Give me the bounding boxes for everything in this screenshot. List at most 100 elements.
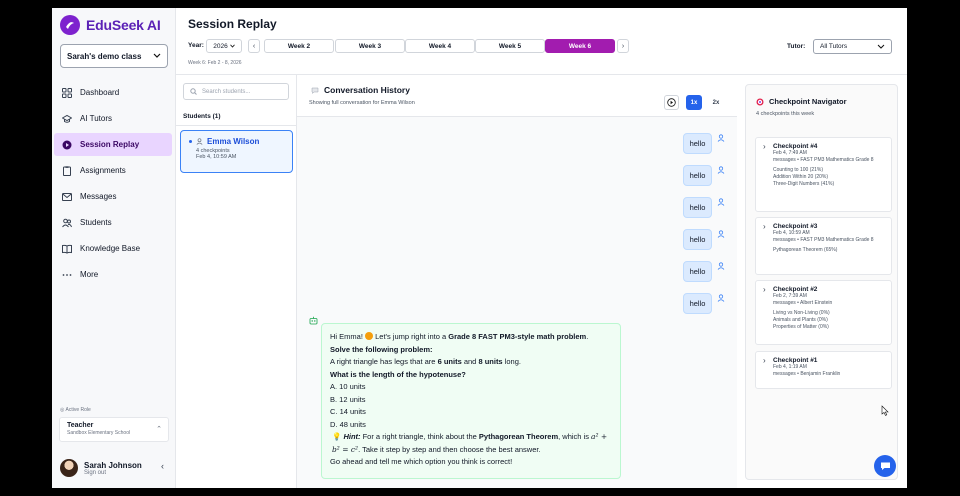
user-name: Sarah Johnson xyxy=(84,460,142,470)
class-selector[interactable]: Sarah's demo class xyxy=(60,44,168,68)
user-message: hello xyxy=(683,293,712,314)
sidebar-item-messages[interactable]: Messages xyxy=(54,185,172,208)
user-message: hello xyxy=(683,261,712,282)
sidebar-item-session-replay[interactable]: Session Replay xyxy=(54,133,172,156)
week-button[interactable]: Week 4 xyxy=(405,39,475,53)
checkpoint-source: messages • FAST PM3 Mathematics Grade 8 xyxy=(773,157,874,163)
week-button-active[interactable]: Week 6 xyxy=(545,39,615,53)
student-card[interactable]: Emma Wilson 4 checkpoints Feb 4, 10:59 A… xyxy=(180,130,293,173)
conversation-panel: Conversation History Showing full conver… xyxy=(297,75,737,488)
week-range: Week 6: Feb 2 - 8, 2026 xyxy=(188,60,242,66)
sidebar-nav: Dashboard AI Tutors Session Replay Assig… xyxy=(54,81,172,289)
user-icon xyxy=(717,294,725,302)
checkpoint-time: Feb 4, 1:19 AM xyxy=(773,364,807,370)
sidebar-item-more[interactable]: More xyxy=(54,263,172,286)
checkpoint-card[interactable]: Checkpoint #1 Feb 4, 1:19 AM messages • … xyxy=(755,351,892,389)
checkpoint-name: Checkpoint #2 xyxy=(763,285,885,294)
search-students-input[interactable]: Search students... xyxy=(183,83,289,100)
bot-text: A right triangle has legs that are xyxy=(330,357,438,366)
chevron-down-icon xyxy=(153,53,161,58)
sign-out-link[interactable]: Sign out xyxy=(84,470,142,476)
checkpoint-navigator: Checkpoint Navigator 4 checkpoints this … xyxy=(745,84,898,480)
checkpoint-card[interactable]: Checkpoint #4 Feb 4, 7:49 AM messages • … xyxy=(755,137,892,212)
user-icon xyxy=(717,198,725,206)
checkpoint-source: messages • Albert Einstein xyxy=(773,300,833,306)
user-profile[interactable]: Sarah Johnson Sign out ‹ xyxy=(60,455,170,481)
bot-question: What is the length of the hypotenuse? xyxy=(330,369,466,379)
sidebar-item-students[interactable]: Students xyxy=(54,211,172,234)
sidebar-item-label: Students xyxy=(80,218,112,227)
replay-icon xyxy=(62,140,72,149)
option: A. 10 units xyxy=(330,382,366,391)
book-icon xyxy=(62,244,72,254)
bot-text: For a right triangle, think about the xyxy=(360,432,479,441)
sidebar-item-assignments[interactable]: Assignments xyxy=(54,159,172,182)
option: B. 12 units xyxy=(330,394,366,404)
checkpoint-name: Checkpoint #4 xyxy=(763,142,885,151)
bot-text: Let's jump right into a xyxy=(373,332,449,341)
brand-name: EduSeek AI xyxy=(86,17,161,33)
collapse-sidebar-icon[interactable]: ‹ xyxy=(161,461,164,471)
checkpoint-card[interactable]: Checkpoint #2 Feb 2, 7:39 AM messages • … xyxy=(755,280,892,345)
year-value: 2026 xyxy=(213,42,228,50)
checkpoint-card[interactable]: Checkpoint #3 Feb 4, 10:59 AM messages •… xyxy=(755,217,892,275)
page-header: Session Replay Year: 2026 ‹ Week 2 Week … xyxy=(176,8,907,75)
bot-text: and xyxy=(461,357,479,366)
next-week-button[interactable]: › xyxy=(617,39,629,53)
checkpoint-source: messages • FAST PM3 Mathematics Grade 8 xyxy=(773,237,874,243)
checkpoint-time: Feb 2, 7:39 AM xyxy=(773,293,807,299)
role-selector[interactable]: Teacher Sandbox Elementary School ⌃ xyxy=(59,417,169,442)
bot-text-bold: 6 units xyxy=(437,357,462,366)
sidebar-item-label: Session Replay xyxy=(80,140,140,149)
checkpoint-source: messages • Benjamin Franklin xyxy=(773,371,841,377)
bot-text: . Take it step by step and then choose t… xyxy=(358,444,541,454)
bot-solve-label: Solve the following problem: xyxy=(330,344,433,354)
bot-text: , which is xyxy=(558,432,592,441)
active-role-text: Active Role xyxy=(65,407,91,413)
previous-week-button[interactable]: ‹ xyxy=(248,39,260,53)
bot-problem: A right triangle has legs that are 6 uni… xyxy=(330,356,612,369)
sidebar-item-knowledge-base[interactable]: Knowledge Base xyxy=(54,237,172,260)
class-selector-value: Sarah's demo class xyxy=(67,51,142,61)
play-button[interactable] xyxy=(664,95,679,110)
checkpoint-topic: Living vs Non-Living (0%) xyxy=(773,310,830,316)
year-select[interactable]: 2026 xyxy=(206,39,242,53)
sidebar-item-label: Assignments xyxy=(80,166,126,175)
speed-1x-button[interactable]: 1x xyxy=(686,95,702,110)
sidebar-item-label: More xyxy=(80,270,99,279)
chat-icon xyxy=(880,462,890,470)
week-button[interactable]: Week 2 xyxy=(264,39,334,53)
user-icon xyxy=(717,134,725,142)
speed-2x-button[interactable]: 2x xyxy=(708,95,724,110)
students-panel: Search students... Students (1) Emma Wil… xyxy=(176,75,297,488)
sidebar-item-dashboard[interactable]: Dashboard xyxy=(54,81,172,104)
week-button[interactable]: Week 5 xyxy=(475,39,545,53)
sidebar-item-label: Dashboard xyxy=(80,88,120,97)
search-icon xyxy=(190,88,197,95)
option: D. 48 units xyxy=(330,419,366,429)
sidebar-item-ai-tutors[interactable]: AI Tutors xyxy=(54,107,172,130)
conversation-header: Conversation History Showing full conver… xyxy=(297,75,737,117)
bot-text-bold: 8 units xyxy=(478,357,503,366)
users-icon xyxy=(62,218,72,227)
tutor-select-value: All Tutors xyxy=(820,43,848,50)
avatar xyxy=(60,459,78,477)
sidebar-item-label: Messages xyxy=(80,192,117,201)
role-title: Teacher xyxy=(67,422,94,429)
grid-icon xyxy=(62,87,72,98)
user-icon xyxy=(196,138,203,145)
checkpoint-topic: Three-Digit Numbers (41%) xyxy=(773,181,835,187)
chevron-right-icon: › xyxy=(621,42,625,50)
user-icon xyxy=(717,166,725,174)
week-button[interactable]: Week 3 xyxy=(335,39,405,53)
tutor-select[interactable]: All Tutors xyxy=(813,39,892,54)
checkpoint-topic: Counting to 100 (21%) xyxy=(773,167,824,173)
year-label: Year: xyxy=(188,42,204,49)
help-chat-button[interactable] xyxy=(874,455,896,477)
user-message: hello xyxy=(683,229,712,250)
chevron-left-icon: ‹ xyxy=(252,42,256,50)
brand[interactable]: EduSeek AI xyxy=(60,15,161,35)
smile-emoji-icon xyxy=(365,332,374,340)
app-window: EduSeek AI Sarah's demo class Dashboard … xyxy=(52,8,907,488)
checkpoint-name: Checkpoint #1 xyxy=(763,356,885,365)
